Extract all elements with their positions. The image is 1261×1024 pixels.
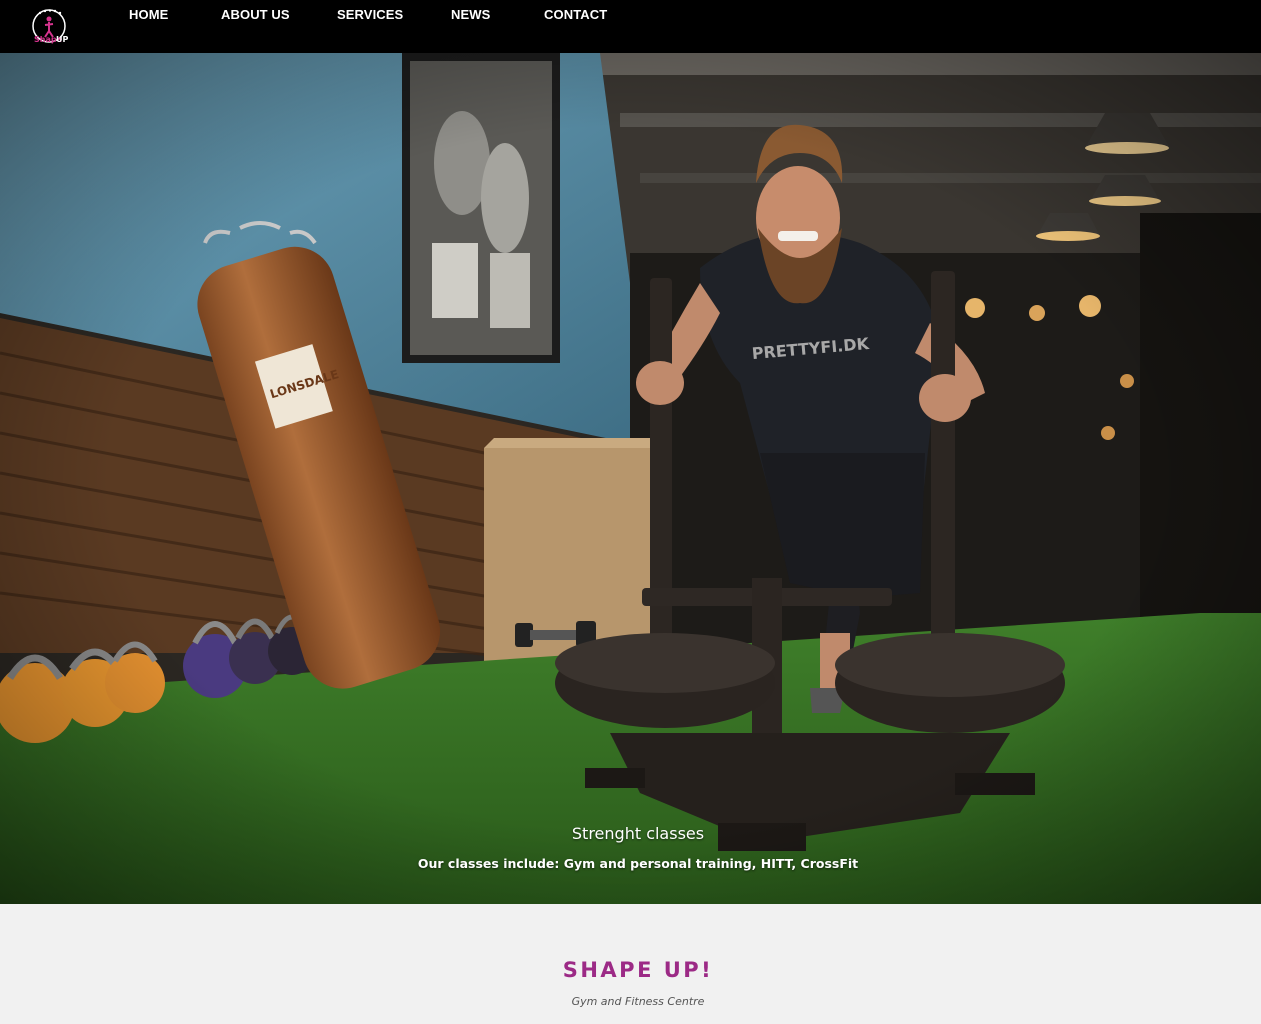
hero-subtitle: Our classes include: Gym and personal tr… [417,856,859,871]
hero-image: LONSDALE [0,53,1261,904]
brand-section: SHAPE UP! Gym and Fitness Centre [0,904,1261,1024]
nav-news[interactable]: NEWS [451,7,490,22]
top-nav-bar: Shape UP! HOME ABOUT US SERVICES NEWS CO… [0,0,1261,53]
nav-contact[interactable]: CONTACT [544,7,607,22]
nav-home[interactable]: HOME [129,7,168,22]
svg-text:UP!: UP! [56,35,68,44]
nav-about-us[interactable]: ABOUT US [221,7,290,22]
logo-icon: Shape UP! [32,9,72,44]
brand-title: SHAPE UP! [562,958,714,982]
hero-banner: LONSDALE [0,53,1261,904]
hero-title: Strenght classes [571,824,705,843]
nav-services[interactable]: SERVICES [337,7,403,22]
brand-tagline: Gym and Fitness Centre [571,995,705,1008]
shape-up-logo[interactable]: Shape UP! [30,7,72,45]
